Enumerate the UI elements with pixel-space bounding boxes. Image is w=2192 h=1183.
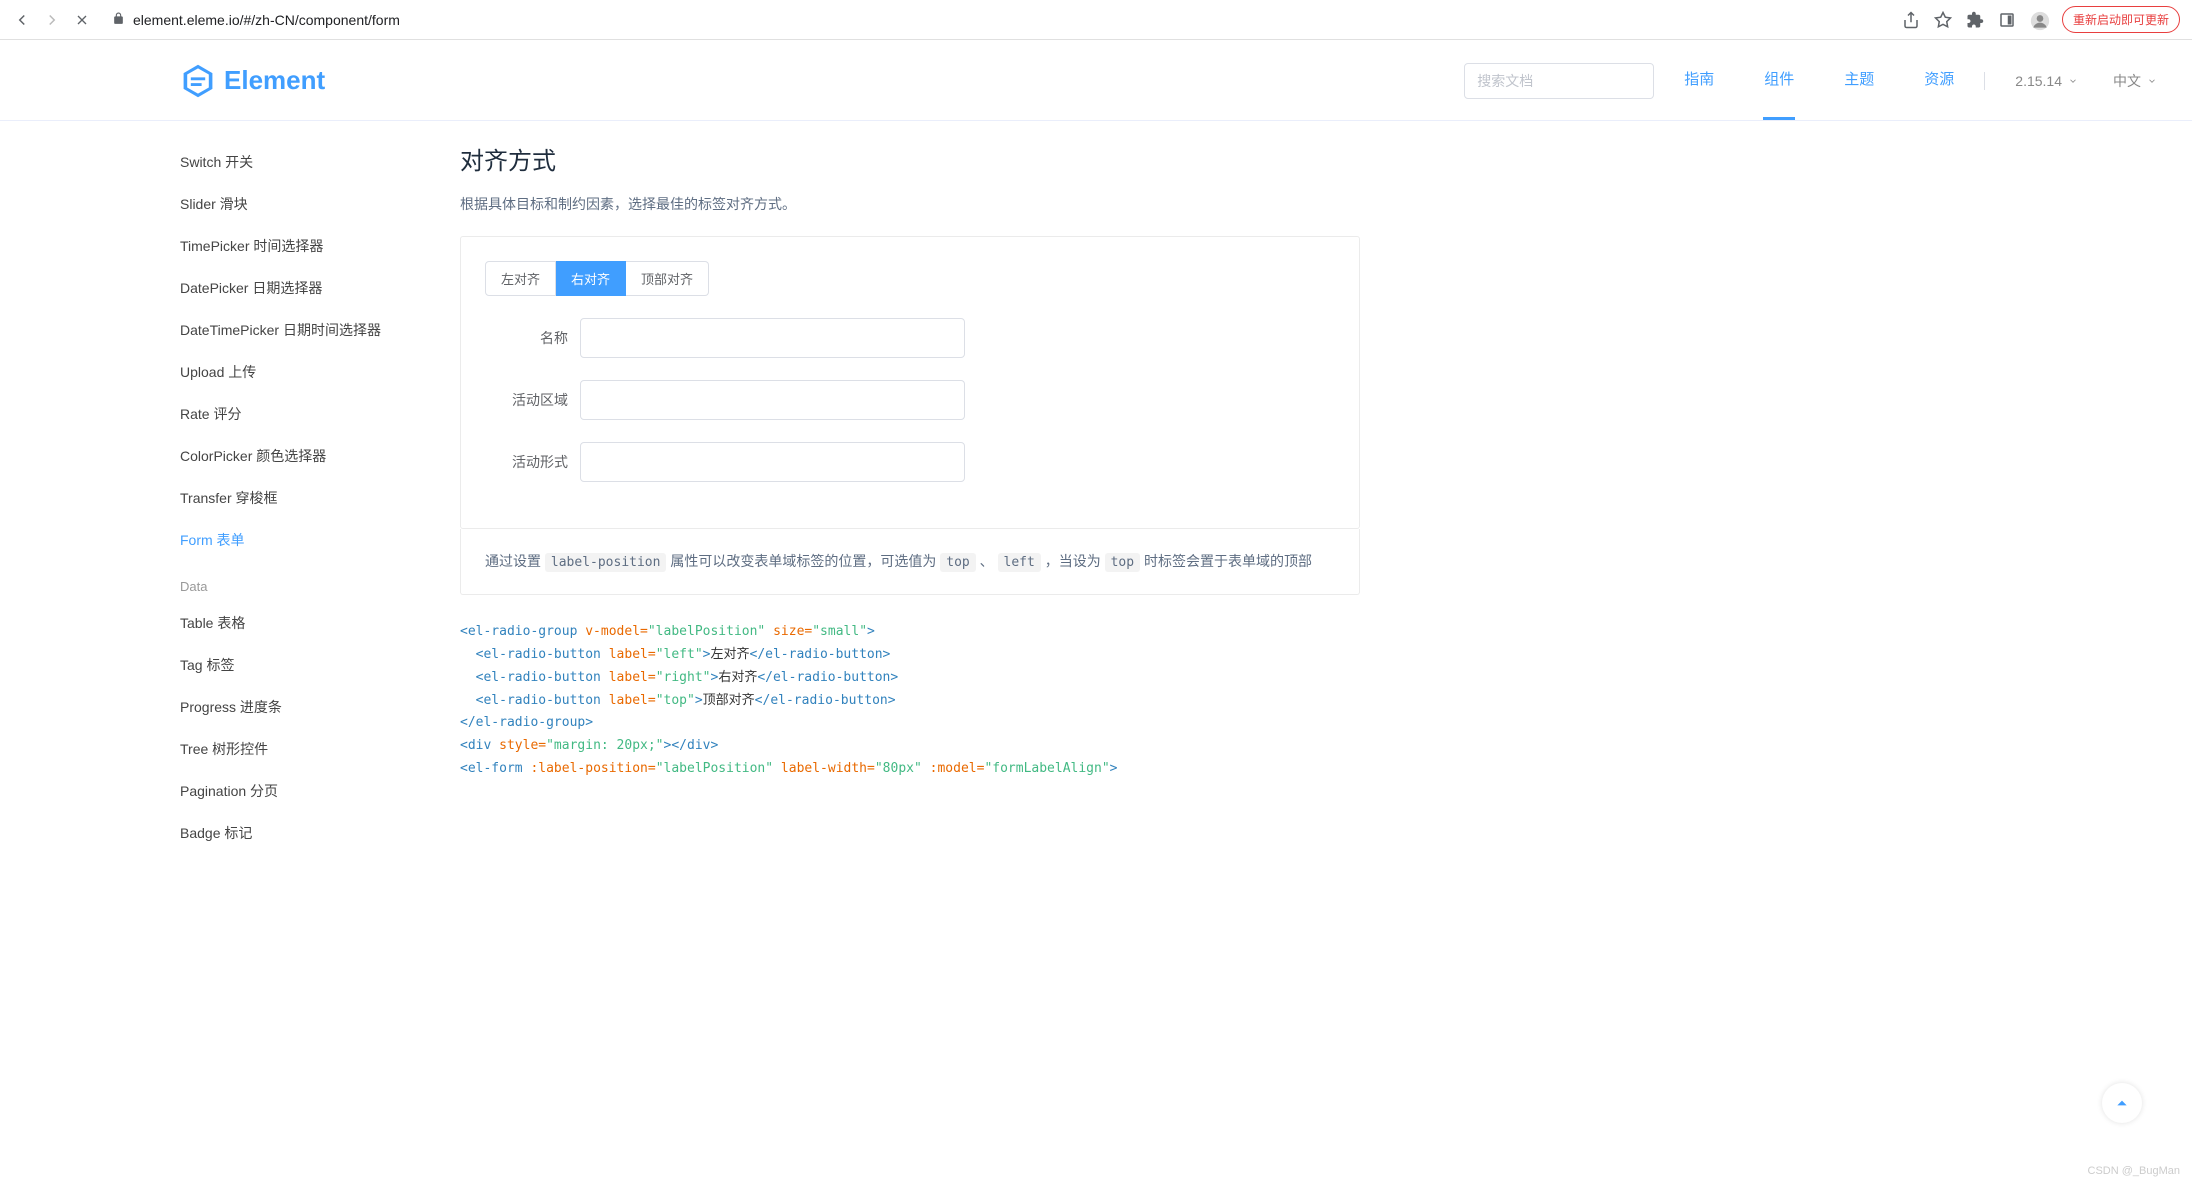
sidebar-item-pagination[interactable]: Pagination 分页 (180, 770, 460, 812)
nav-separator (1984, 72, 1985, 90)
sidebar-group-data: Data (180, 561, 460, 602)
language-label: 中文 (2113, 71, 2141, 91)
explain-text: ，当设为 (1045, 553, 1105, 569)
stop-button[interactable] (72, 10, 92, 30)
sidebar-item-progress[interactable]: Progress 进度条 (180, 686, 460, 728)
version-label: 2.15.14 (2015, 73, 2062, 89)
type-label: 活动形式 (485, 452, 580, 472)
demo-description: 通过设置 label-position 属性可以改变表单域标签的位置，可选值为 … (460, 529, 1360, 595)
search-input[interactable] (1464, 63, 1654, 99)
nav-guide[interactable]: 指南 (1684, 68, 1714, 93)
nav-theme[interactable]: 主题 (1844, 68, 1874, 93)
sidebar-item-slider[interactable]: Slider 滑块 (180, 183, 460, 225)
nav-links: 指南 组件 主题 资源 (1684, 68, 1954, 93)
form-item-type: 活动形式 (485, 442, 1335, 482)
nav-component[interactable]: 组件 (1764, 68, 1794, 93)
demo-block: 左对齐 右对齐 顶部对齐 名称 活动区域 活动形式 (460, 236, 1360, 529)
update-button[interactable]: 重新启动即可更新 (2062, 6, 2180, 33)
sidebar-item-upload[interactable]: Upload 上传 (180, 351, 460, 393)
code-block: <el-radio-group v-model="labelPosition" … (460, 621, 1360, 780)
page-content: Element 指南 组件 主题 资源 2.15.14 中文 Switch 开关… (0, 41, 2192, 874)
code-line: <el-radio-button label="left">左对齐</el-ra… (460, 644, 1360, 667)
url-text: element.eleme.io/#/zh-CN/component/form (133, 12, 400, 28)
code-top2: top (1105, 553, 1140, 572)
code-label-position: label-position (545, 553, 667, 572)
sidebar-item-form[interactable]: Form 表单 (180, 519, 460, 561)
top-nav: Element 指南 组件 主题 资源 2.15.14 中文 (0, 41, 2192, 121)
watermark: CSDN @_BugMan (2088, 1165, 2180, 1177)
sidebar-item-rate[interactable]: Rate 评分 (180, 393, 460, 435)
sidebar-item-colorpicker[interactable]: ColorPicker 颜色选择器 (180, 435, 460, 477)
extensions-icon[interactable] (1966, 11, 1984, 29)
section-title: 对齐方式 (460, 141, 1360, 176)
sidebar-item-transfer[interactable]: Transfer 穿梭框 (180, 477, 460, 519)
chevron-down-icon (2068, 76, 2078, 86)
forward-button[interactable] (42, 10, 62, 30)
content-area: Switch 开关 Slider 滑块 TimePicker 时间选择器 Dat… (0, 121, 1520, 874)
region-label: 活动区域 (485, 390, 580, 410)
browser-toolbar: element.eleme.io/#/zh-CN/component/form … (0, 0, 2192, 40)
section-desc: 根据具体目标和制约因素，选择最佳的标签对齐方式。 (460, 194, 1360, 214)
main-content: 对齐方式 根据具体目标和制约因素，选择最佳的标签对齐方式。 左对齐 右对齐 顶部… (460, 121, 1360, 874)
sidebar-item-timepicker[interactable]: TimePicker 时间选择器 (180, 225, 460, 267)
back-to-top-button[interactable] (2102, 1083, 2142, 1123)
sidebar-item-table[interactable]: Table 表格 (180, 602, 460, 644)
explain-text: 通过设置 (485, 553, 545, 569)
profile-icon[interactable] (2030, 11, 2048, 29)
region-input[interactable] (580, 380, 965, 420)
explain-text: 属性可以改变表单域标签的位置，可选值为 (670, 553, 940, 569)
alignment-radio-group: 左对齐 右对齐 顶部对齐 (485, 261, 1335, 296)
form-item-name: 名称 (485, 318, 1335, 358)
logo-text: Element (224, 65, 325, 96)
back-button[interactable] (12, 10, 32, 30)
code-left: left (998, 553, 1041, 572)
sidebar-item-switch[interactable]: Switch 开关 (180, 141, 460, 183)
element-logo-icon (180, 63, 216, 99)
version-dropdown[interactable]: 2.15.14 (2015, 73, 2078, 89)
nav-resource[interactable]: 资源 (1924, 68, 1954, 93)
code-line: <el-form :label-position="labelPosition"… (460, 758, 1360, 781)
share-icon[interactable] (1902, 11, 1920, 29)
radio-top[interactable]: 顶部对齐 (626, 261, 709, 296)
language-dropdown[interactable]: 中文 (2113, 71, 2157, 91)
name-input[interactable] (580, 318, 965, 358)
code-top: top (940, 553, 975, 572)
code-line: <div style="margin: 20px;"></div> (460, 735, 1360, 758)
type-input[interactable] (580, 442, 965, 482)
sidebar-item-datepicker[interactable]: DatePicker 日期选择器 (180, 267, 460, 309)
sidebar: Switch 开关 Slider 滑块 TimePicker 时间选择器 Dat… (180, 121, 460, 874)
lock-icon (112, 12, 125, 28)
form-item-region: 活动区域 (485, 380, 1335, 420)
code-line: <el-radio-group v-model="labelPosition" … (460, 621, 1360, 644)
code-line: <el-radio-button label="right">右对齐</el-r… (460, 667, 1360, 690)
name-label: 名称 (485, 328, 580, 348)
panel-icon[interactable] (1998, 11, 2016, 29)
browser-actions: 重新启动即可更新 (1902, 6, 2180, 33)
sidebar-item-tag[interactable]: Tag 标签 (180, 644, 460, 686)
sidebar-item-datetimepicker[interactable]: DateTimePicker 日期时间选择器 (180, 309, 460, 351)
sidebar-item-badge[interactable]: Badge 标记 (180, 812, 460, 854)
logo[interactable]: Element (180, 63, 325, 99)
explain-text: 、 (980, 553, 998, 569)
caret-up-icon (2115, 1096, 2129, 1110)
radio-left[interactable]: 左对齐 (485, 261, 556, 296)
code-line: </el-radio-group> (460, 712, 1360, 735)
url-bar[interactable]: element.eleme.io/#/zh-CN/component/form (102, 12, 1892, 28)
chevron-down-icon (2147, 76, 2157, 86)
bookmark-icon[interactable] (1934, 11, 1952, 29)
sidebar-item-tree[interactable]: Tree 树形控件 (180, 728, 460, 770)
explain-text: 时标签会置于表单域的顶部 (1144, 553, 1312, 569)
code-line: <el-radio-button label="top">顶部对齐</el-ra… (460, 690, 1360, 713)
radio-right[interactable]: 右对齐 (556, 261, 626, 296)
